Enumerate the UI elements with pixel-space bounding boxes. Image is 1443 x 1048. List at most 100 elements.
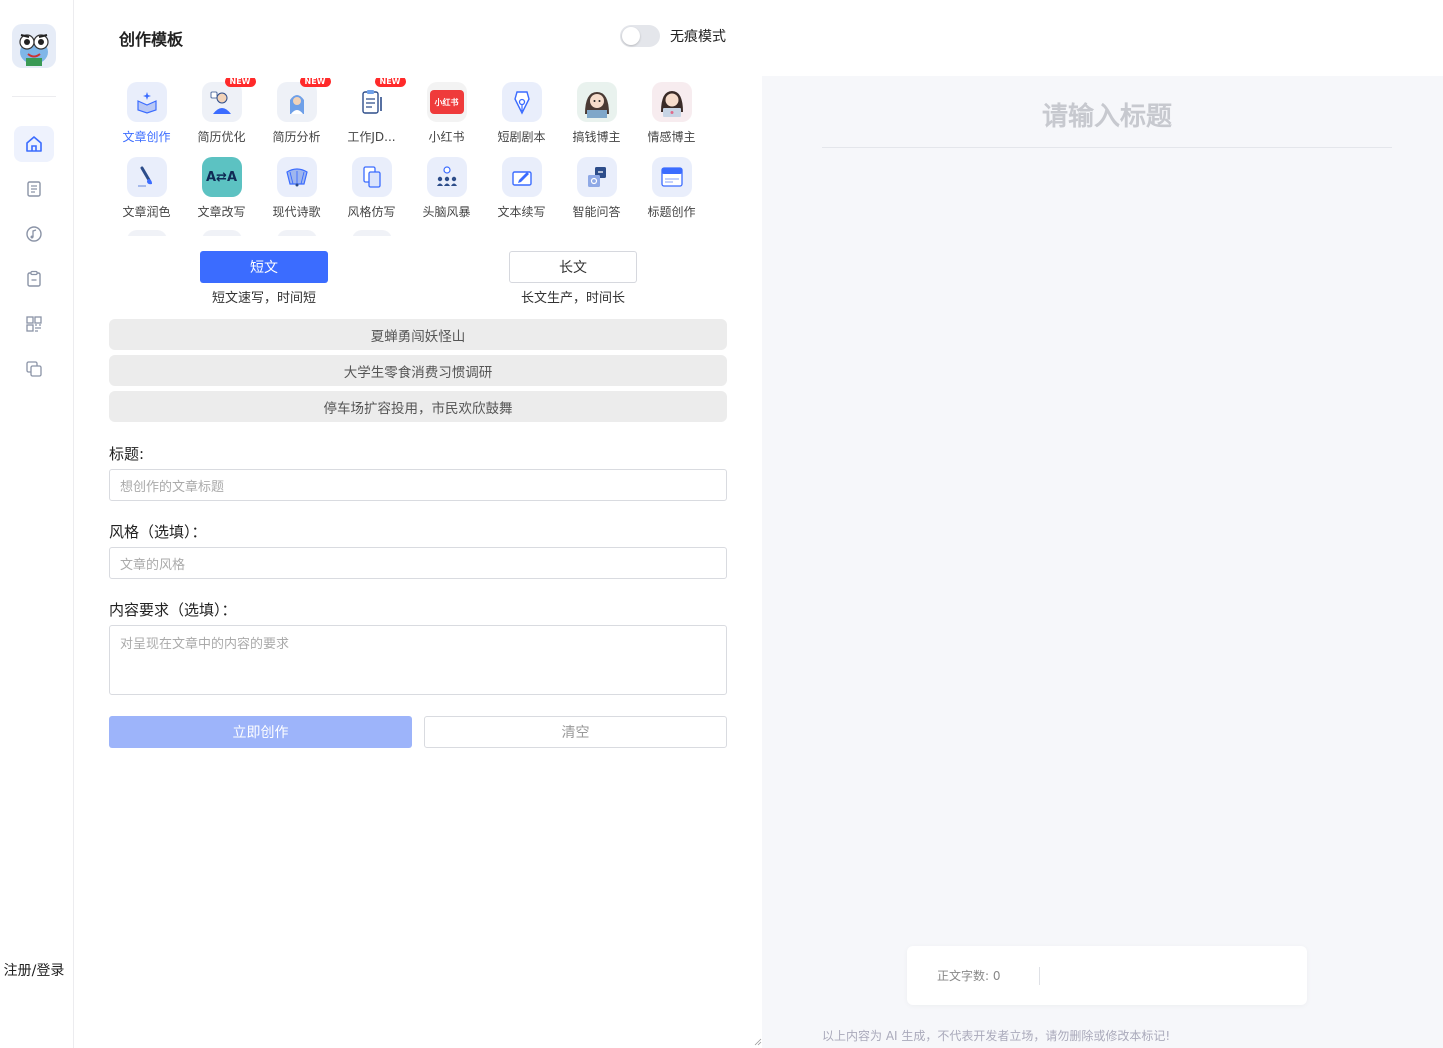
- home-icon: [26, 136, 42, 152]
- template-label: 小红书: [428, 130, 465, 144]
- creation-panel: 创作模板 无痕模式 文章创作 NEW 简历优化 NEW 简历分析 NEW 工作J…: [74, 0, 762, 1048]
- template-label: 标题创作: [647, 205, 696, 219]
- template-rewrite[interactable]: A⇄A 文章改写: [184, 157, 259, 220]
- template-icon-wrap: 小红书: [426, 82, 467, 122]
- template-modern-poetry[interactable]: 现代诗歌: [259, 157, 334, 220]
- nav-documents[interactable]: [14, 171, 54, 207]
- long-mode-button[interactable]: 长文: [509, 251, 637, 283]
- template-polish[interactable]: 文章润色: [109, 157, 184, 220]
- app-logo[interactable]: [12, 24, 56, 68]
- template-label: 搞钱博主: [572, 130, 621, 144]
- content-textarea[interactable]: 对呈现在文章中的内容的要求: [109, 625, 727, 695]
- template-grid: 文章创作 NEW 简历优化 NEW 简历分析 NEW 工作JD... 小红书 小…: [109, 78, 719, 236]
- template-smart-qa[interactable]: 智能问答: [559, 157, 634, 220]
- template-money-blogger[interactable]: 搞钱博主: [559, 82, 634, 145]
- template-icon-wrap: [501, 157, 542, 197]
- template-icon-wrap: [126, 82, 167, 122]
- avatar-laptop-girl-icon: [660, 91, 683, 117]
- copy-icon: [26, 361, 42, 377]
- brush-icon: [137, 166, 152, 187]
- incognito-switch[interactable]: [620, 25, 660, 47]
- resize-handle-icon[interactable]: [754, 1038, 762, 1046]
- template-title-creation[interactable]: 标题创作: [634, 157, 709, 220]
- long-mode-description: 长文生产，时间长: [520, 291, 625, 306]
- nav-music[interactable]: [14, 216, 54, 252]
- avatar-girl-icon: [584, 92, 609, 118]
- template-short-drama[interactable]: 短剧剧本: [484, 82, 559, 145]
- template-resume-optimize[interactable]: NEW 简历优化: [184, 78, 259, 145]
- xiaohongshu-icon: 小红书: [429, 90, 464, 114]
- style-input[interactable]: 文章的风格: [109, 547, 727, 579]
- document-icon: [27, 181, 41, 197]
- style-label: 风格（选填）：: [109, 523, 207, 541]
- sidebar: 注册/登录: [0, 0, 74, 1048]
- template-icon-wrap: [651, 157, 692, 197]
- resume-analysis-icon: [289, 95, 304, 114]
- create-now-button[interactable]: 立即创作: [109, 716, 412, 748]
- document-title-input[interactable]: 请输入标题: [822, 96, 1392, 148]
- copy-docs-icon: [362, 166, 381, 188]
- content-label: 内容要求（选填）：: [109, 601, 237, 619]
- music-icon: [26, 226, 42, 242]
- template-icon-wrap: [126, 157, 167, 197]
- template-icon-wrap: [576, 157, 617, 197]
- ai-disclaimer: 以上内容为 AI 生成，不代表开发者立场，请勿删除或修改本标记!: [822, 1029, 1171, 1043]
- box-sparkle-icon: [136, 92, 157, 114]
- template-label: 文章改写: [197, 205, 246, 219]
- frog-mascot-icon: [19, 34, 49, 66]
- template-icon-wrap: [651, 82, 692, 122]
- sample-topic-3[interactable]: 停车场扩容投用，市民欢欣鼓舞: [109, 391, 727, 422]
- template-icon-wrap: [351, 157, 392, 197]
- template-label: 文章润色: [122, 205, 171, 219]
- template-icon-wrap: [576, 82, 617, 122]
- template-icon-wrap: [501, 82, 542, 122]
- new-badge: NEW: [374, 78, 406, 87]
- template-job-jd[interactable]: NEW 工作JD...: [334, 78, 409, 145]
- new-badge: NEW: [224, 78, 256, 87]
- nav-clipboard[interactable]: [14, 261, 54, 297]
- template-brainstorm[interactable]: 头脑风暴: [409, 157, 484, 220]
- template-icon-wrap: NEW: [351, 78, 406, 122]
- template-xiaohongshu[interactable]: 小红书 小红书: [409, 82, 484, 145]
- template-label: 头脑风暴: [422, 205, 471, 219]
- template-emotion-blogger[interactable]: 情感博主: [634, 82, 709, 145]
- login-register-link[interactable]: 注册/登录: [0, 960, 68, 980]
- resume-person-icon: [210, 91, 231, 114]
- template-label: 简历分析: [272, 130, 321, 144]
- template-icon-wrap: A⇄A: [201, 157, 242, 197]
- template-label: 简历优化: [197, 130, 246, 144]
- nav-copy[interactable]: [14, 351, 54, 387]
- word-count-bar: 正文字数: 0: [907, 946, 1307, 1005]
- app-root: 注册/登录 创作模板 无痕模式 文章创作 NEW 简历优化 NEW 简历分析 N…: [0, 0, 1443, 1048]
- template-icon-wrap: [276, 157, 317, 197]
- template-label: 智能问答: [572, 205, 621, 219]
- title-input[interactable]: 想创作的文章标题: [109, 469, 727, 501]
- template-label: 工作JD...: [347, 130, 396, 144]
- template-row-peek: [127, 230, 167, 236]
- template-resume-analysis[interactable]: NEW 简历分析: [259, 78, 334, 145]
- new-badge: NEW: [299, 78, 331, 87]
- template-continue-writing[interactable]: 文本续写: [484, 157, 559, 220]
- panel-title: 创作模板: [119, 30, 184, 49]
- template-article-creation[interactable]: 文章创作: [109, 82, 184, 145]
- template-label: 文本续写: [497, 205, 546, 219]
- incognito-toggle[interactable]: 无痕模式: [620, 25, 726, 47]
- sample-topic-2[interactable]: 大学生零食消费习惯调研: [109, 355, 727, 386]
- incognito-label: 无痕模式: [670, 29, 726, 45]
- template-row-peek: [202, 230, 242, 236]
- nav-home[interactable]: [14, 126, 54, 162]
- short-mode-button[interactable]: 短文: [200, 251, 328, 283]
- template-label: 现代诗歌: [272, 205, 321, 219]
- template-style-imitation[interactable]: 风格仿写: [334, 157, 409, 220]
- title-card-icon: [660, 167, 683, 187]
- sample-topic-1[interactable]: 夏蝉勇闯妖怪山: [109, 319, 727, 350]
- grid-icon: [26, 316, 42, 332]
- clipboard-jd-icon: [361, 90, 382, 114]
- short-mode-description: 短文速写，时间短: [211, 291, 316, 306]
- nav-apps[interactable]: [14, 306, 54, 342]
- sidebar-divider: [12, 96, 56, 97]
- template-row-peek: [277, 230, 317, 236]
- template-icon-wrap: NEW: [276, 78, 331, 122]
- clear-button[interactable]: 清空: [424, 716, 727, 748]
- translate-icon: A⇄A: [205, 169, 237, 185]
